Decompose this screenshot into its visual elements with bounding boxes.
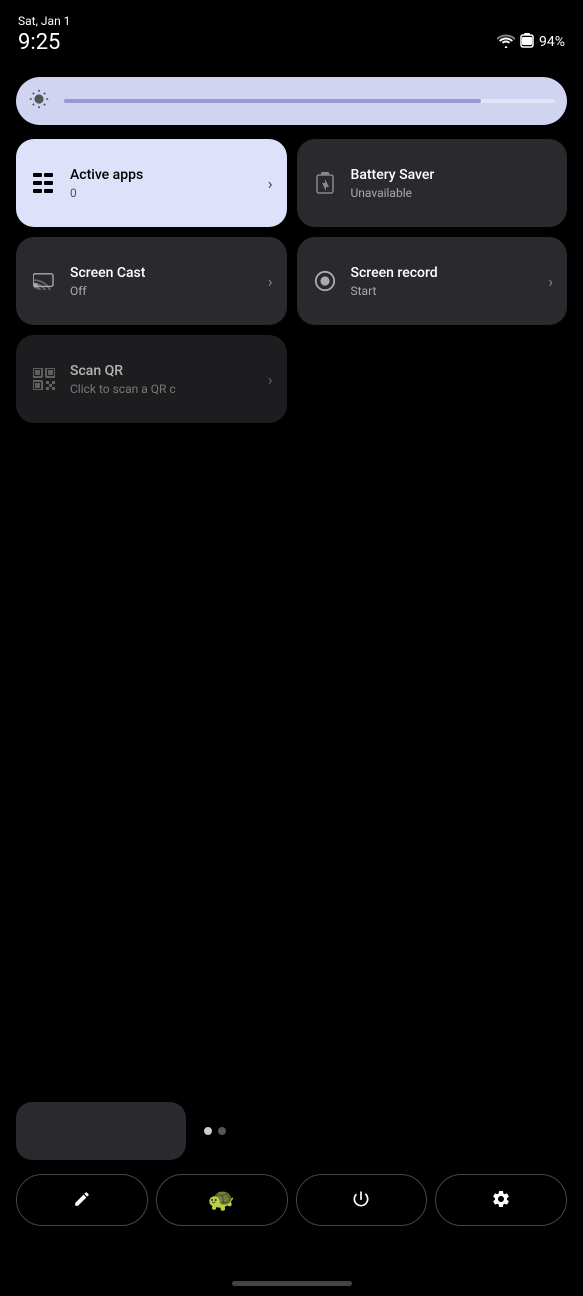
- active-apps-title: Active apps: [70, 166, 256, 184]
- qr-icon: [30, 365, 58, 393]
- edit-button[interactable]: [16, 1174, 148, 1226]
- battery-status-icon: [520, 32, 534, 52]
- turtle-button[interactable]: 🐢: [156, 1174, 288, 1226]
- screen-cast-subtitle: Off: [70, 284, 256, 298]
- battery-percentage: 94%: [539, 34, 565, 50]
- home-indicator[interactable]: [232, 1281, 352, 1286]
- turtle-icon: 🐢: [208, 1187, 235, 1213]
- active-apps-text: Active apps 0: [70, 166, 256, 200]
- active-apps-chevron: ›: [268, 174, 273, 193]
- screen-record-text: Screen record Start: [351, 264, 537, 298]
- brightness-fill: [64, 99, 481, 103]
- battery-saver-icon: [311, 169, 339, 197]
- bottom-area: 🐢: [0, 1102, 583, 1226]
- power-icon: [351, 1189, 371, 1212]
- screen-record-title: Screen record: [351, 264, 537, 282]
- dot-2: [218, 1127, 226, 1135]
- active-apps-count: 0: [70, 186, 256, 200]
- screen-cast-title: Screen Cast: [70, 264, 256, 282]
- bottom-buttons: 🐢: [16, 1174, 567, 1226]
- pencil-icon: [73, 1190, 91, 1211]
- battery-saver-text: Battery Saver Unavailable: [351, 166, 554, 200]
- scan-qr-subtitle: Click to scan a QR c: [70, 382, 256, 396]
- tile-screen-cast[interactable]: Screen Cast Off ›: [16, 237, 287, 325]
- status-time: 9:25: [18, 30, 70, 55]
- dot-1: [204, 1127, 212, 1135]
- tile-scan-qr[interactable]: Scan QR Click to scan a QR c ›: [16, 335, 287, 423]
- quick-settings-grid: Active apps 0 › Battery Saver Unavailabl…: [16, 139, 567, 423]
- scan-qr-text: Scan QR Click to scan a QR c: [70, 362, 256, 396]
- brightness-slider[interactable]: [16, 77, 567, 125]
- status-left: Sat, Jan 1 9:25: [18, 14, 70, 55]
- wifi-icon: [497, 33, 515, 52]
- status-right: 94%: [497, 32, 565, 52]
- brightness-icon: [28, 88, 54, 114]
- screen-cast-chevron: ›: [268, 272, 273, 291]
- status-date: Sat, Jan 1: [18, 14, 70, 28]
- battery-saver-title: Battery Saver: [351, 166, 554, 184]
- status-bar: Sat, Jan 1 9:25 94%: [0, 0, 583, 59]
- brightness-track[interactable]: [64, 99, 555, 103]
- power-button[interactable]: [296, 1174, 428, 1226]
- tile-screen-record[interactable]: Screen record Start ›: [297, 237, 568, 325]
- screen-record-subtitle: Start: [351, 284, 537, 298]
- battery-saver-subtitle: Unavailable: [351, 186, 554, 200]
- widget-row: [16, 1102, 567, 1160]
- screen-cast-text: Screen Cast Off: [70, 264, 256, 298]
- list-icon: [30, 169, 58, 197]
- widget-card[interactable]: [16, 1102, 186, 1160]
- cast-icon: [30, 267, 58, 295]
- tile-active-apps[interactable]: Active apps 0 ›: [16, 139, 287, 227]
- settings-button[interactable]: [435, 1174, 567, 1226]
- tile-battery-saver[interactable]: Battery Saver Unavailable: [297, 139, 568, 227]
- page-indicator: [204, 1127, 226, 1135]
- scan-qr-chevron: ›: [268, 370, 273, 389]
- settings-icon: [491, 1189, 511, 1212]
- record-icon: [311, 267, 339, 295]
- scan-qr-title: Scan QR: [70, 362, 256, 380]
- screen-record-chevron: ›: [548, 272, 553, 291]
